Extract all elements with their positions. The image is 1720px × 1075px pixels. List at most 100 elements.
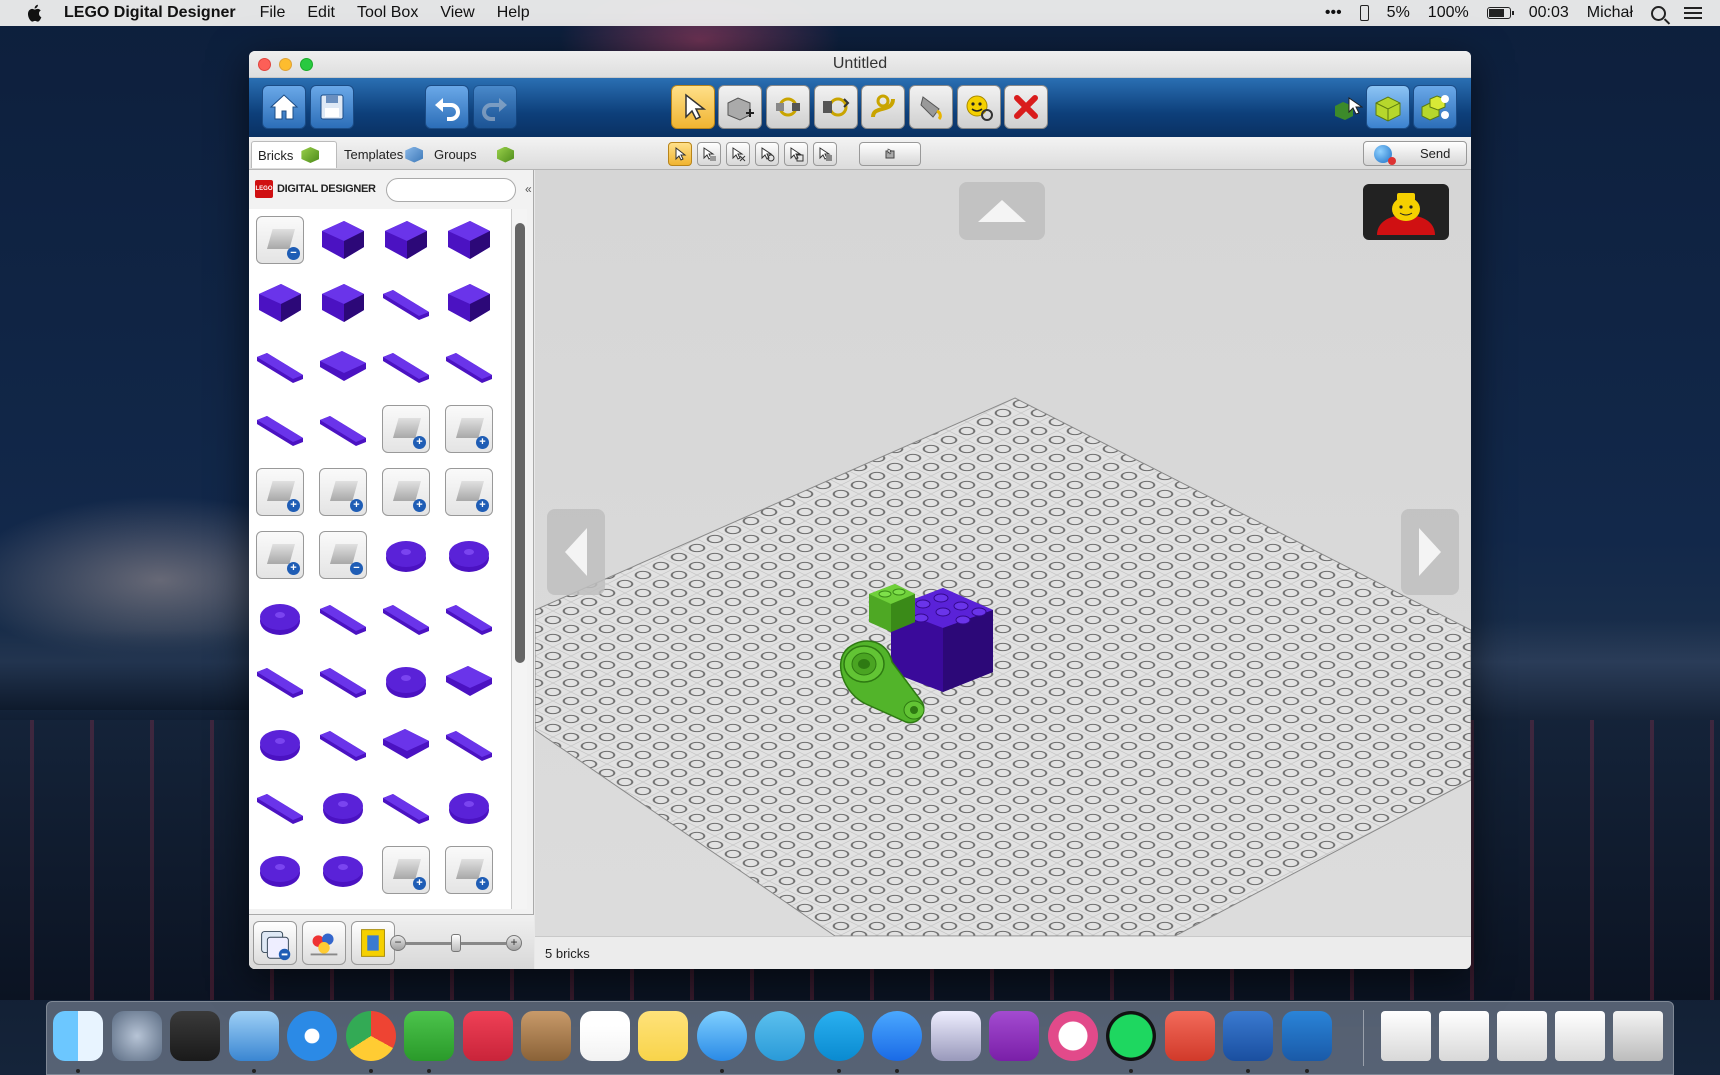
- select-all-button[interactable]: [813, 142, 837, 166]
- collapse-panel-icon[interactable]: «: [525, 182, 532, 196]
- brick-thumbnail[interactable]: [377, 778, 435, 836]
- home-button[interactable]: [262, 85, 306, 129]
- brick-thumbnail[interactable]: [251, 652, 309, 710]
- tab-bricks[interactable]: Bricks: [251, 141, 337, 168]
- feedly-icon[interactable]: [404, 1011, 454, 1061]
- view-mode-button[interactable]: [1366, 85, 1410, 129]
- contacts-icon[interactable]: [521, 1011, 571, 1061]
- brick-category-tile[interactable]: +: [251, 463, 309, 521]
- brick-category-tile[interactable]: −: [251, 211, 309, 269]
- brick-thumbnail[interactable]: [377, 211, 435, 269]
- color-filter-button[interactable]: [302, 921, 346, 965]
- green-technic-connector[interactable]: [830, 626, 940, 736]
- brick-thumbnail[interactable]: [314, 589, 372, 647]
- brick-category-tile[interactable]: +: [440, 841, 498, 899]
- brick-thumbnail[interactable]: [377, 589, 435, 647]
- window-zoom-button[interactable]: [300, 57, 313, 71]
- paint-tool-button[interactable]: [909, 85, 953, 129]
- window-minimize-button[interactable]: [279, 57, 292, 71]
- user-menu[interactable]: Michał: [1587, 4, 1633, 22]
- brick-thumbnail[interactable]: [440, 715, 498, 773]
- brick-thumbnail[interactable]: [251, 274, 309, 332]
- clock[interactable]: 00:03: [1529, 4, 1569, 22]
- cpu-status[interactable]: 5%: [1387, 4, 1410, 22]
- brick-category-tile[interactable]: −: [314, 526, 372, 584]
- skype-icon[interactable]: [813, 1011, 864, 1061]
- brick-category-tile[interactable]: +: [377, 463, 435, 521]
- brick-thumbnail[interactable]: [314, 400, 372, 458]
- brick-thumbnail[interactable]: [251, 715, 309, 773]
- brick-thumbnail[interactable]: [377, 652, 435, 710]
- menu-toolbox[interactable]: Tool Box: [357, 4, 418, 22]
- notes-icon[interactable]: [638, 1011, 688, 1061]
- single-select-button[interactable]: [668, 142, 692, 166]
- brick-thumbnail[interactable]: [314, 274, 372, 332]
- menu-file[interactable]: File: [260, 4, 286, 22]
- hinge-tool-button[interactable]: [766, 85, 810, 129]
- brick-thumbnail[interactable]: [377, 715, 435, 773]
- brick-category-tile[interactable]: +: [440, 400, 498, 458]
- brick-thumbnail[interactable]: [440, 778, 498, 836]
- onenote-icon[interactable]: [989, 1011, 1039, 1061]
- brick-thumbnail[interactable]: [314, 337, 372, 395]
- same-brick-select-button[interactable]: [755, 142, 779, 166]
- apple-menu-icon[interactable]: [24, 3, 44, 23]
- save-button[interactable]: [310, 85, 354, 129]
- brick-search-input[interactable]: [386, 178, 516, 202]
- send-button[interactable]: Send: [1363, 141, 1467, 166]
- app-name-menu[interactable]: LEGO Digital Designer: [64, 4, 236, 22]
- transmit-icon[interactable]: [1164, 1011, 1215, 1061]
- finder-icon[interactable]: [53, 1011, 103, 1061]
- instructions-mode-button[interactable]: [1413, 85, 1457, 129]
- flex-tool-button[interactable]: [861, 85, 905, 129]
- brick-thumbnail[interactable]: [440, 652, 498, 710]
- zoom-slider-knob[interactable]: [451, 934, 461, 952]
- brick-thumbnail[interactable]: [440, 589, 498, 647]
- brick-thumbnail[interactable]: [440, 337, 498, 395]
- minifig-mode-button[interactable]: [1363, 184, 1449, 240]
- window-close-button[interactable]: [258, 57, 271, 71]
- brick-filter-button[interactable]: [351, 921, 395, 965]
- rotate-up-button[interactable]: [959, 182, 1045, 240]
- safari-icon[interactable]: [287, 1011, 337, 1061]
- brick-thumbnail[interactable]: [440, 526, 498, 584]
- brick-thumbnail[interactable]: [377, 274, 435, 332]
- brick-thumbnail[interactable]: [377, 526, 435, 584]
- brick-thumbnail[interactable]: [440, 211, 498, 269]
- trash-icon[interactable]: [1613, 1011, 1663, 1061]
- preview-icon[interactable]: [930, 1011, 981, 1061]
- brick-thumbnail[interactable]: [314, 211, 372, 269]
- spotlight-search-icon[interactable]: [1651, 5, 1666, 21]
- zoom-in-icon[interactable]: +: [506, 935, 522, 951]
- collapse-categories-button[interactable]: [253, 921, 297, 965]
- palette-scroll-thumb[interactable]: [515, 223, 525, 663]
- brick-thumbnail[interactable]: [251, 589, 309, 647]
- tab-groups[interactable]: Groups: [428, 141, 514, 168]
- more-status-icon[interactable]: •••: [1325, 4, 1342, 22]
- brick-thumbnail[interactable]: [314, 841, 372, 899]
- lego-designer-icon[interactable]: [1281, 1011, 1332, 1061]
- mail-icon[interactable]: [228, 1011, 279, 1061]
- itunes-icon[interactable]: [1047, 1011, 1098, 1061]
- calendar-icon[interactable]: [579, 1011, 630, 1061]
- rotate-right-button[interactable]: [1401, 509, 1459, 595]
- rotate-left-button[interactable]: [547, 509, 605, 595]
- battery-percent[interactable]: 100%: [1428, 4, 1469, 22]
- phone-status-icon[interactable]: [1359, 5, 1369, 21]
- word-icon[interactable]: [1223, 1011, 1273, 1061]
- decoration-tool-button[interactable]: [957, 85, 1001, 129]
- baseplate[interactable]: [535, 170, 1471, 936]
- brick-thumbnail[interactable]: [314, 715, 372, 773]
- redo-button[interactable]: [473, 85, 517, 129]
- chrome-icon[interactable]: [345, 1011, 396, 1061]
- brick-thumbnail[interactable]: [440, 274, 498, 332]
- brick-category-tile[interactable]: +: [377, 841, 435, 899]
- pocket-icon[interactable]: [462, 1011, 513, 1061]
- build-mode-button[interactable]: [1325, 86, 1369, 130]
- brick-category-tile[interactable]: +: [251, 526, 309, 584]
- screenshot-icon[interactable]: [1497, 1011, 1547, 1061]
- brick-thumbnail[interactable]: [251, 778, 309, 836]
- menu-view[interactable]: View: [440, 4, 474, 22]
- camera-reset-button[interactable]: [859, 142, 921, 166]
- mission-control-icon[interactable]: [170, 1011, 220, 1061]
